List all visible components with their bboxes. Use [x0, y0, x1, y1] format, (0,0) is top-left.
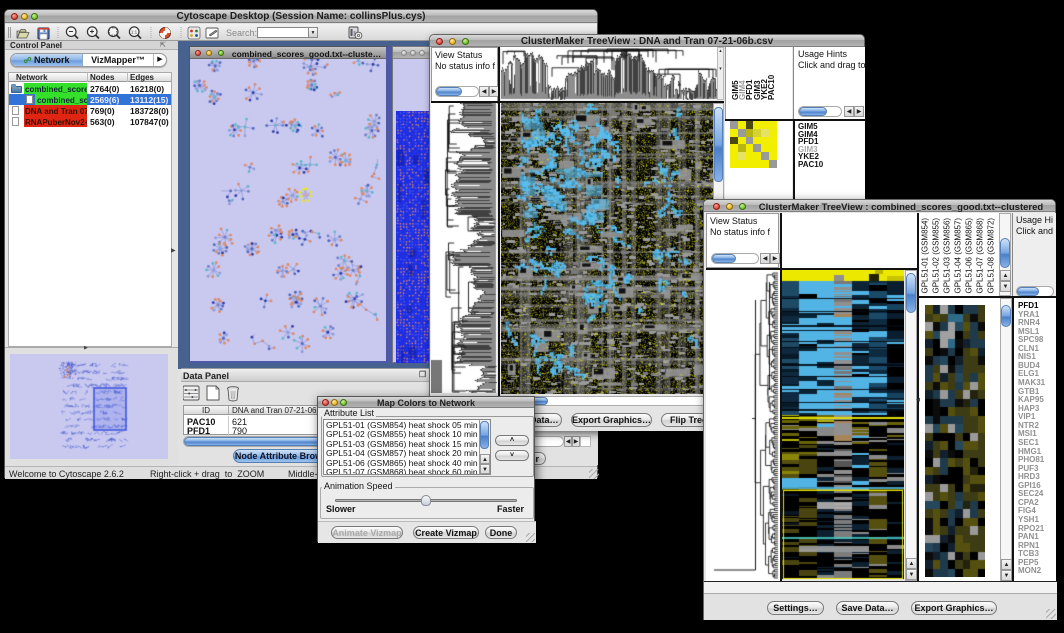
svg-text:1:1: 1:1: [131, 29, 138, 34]
